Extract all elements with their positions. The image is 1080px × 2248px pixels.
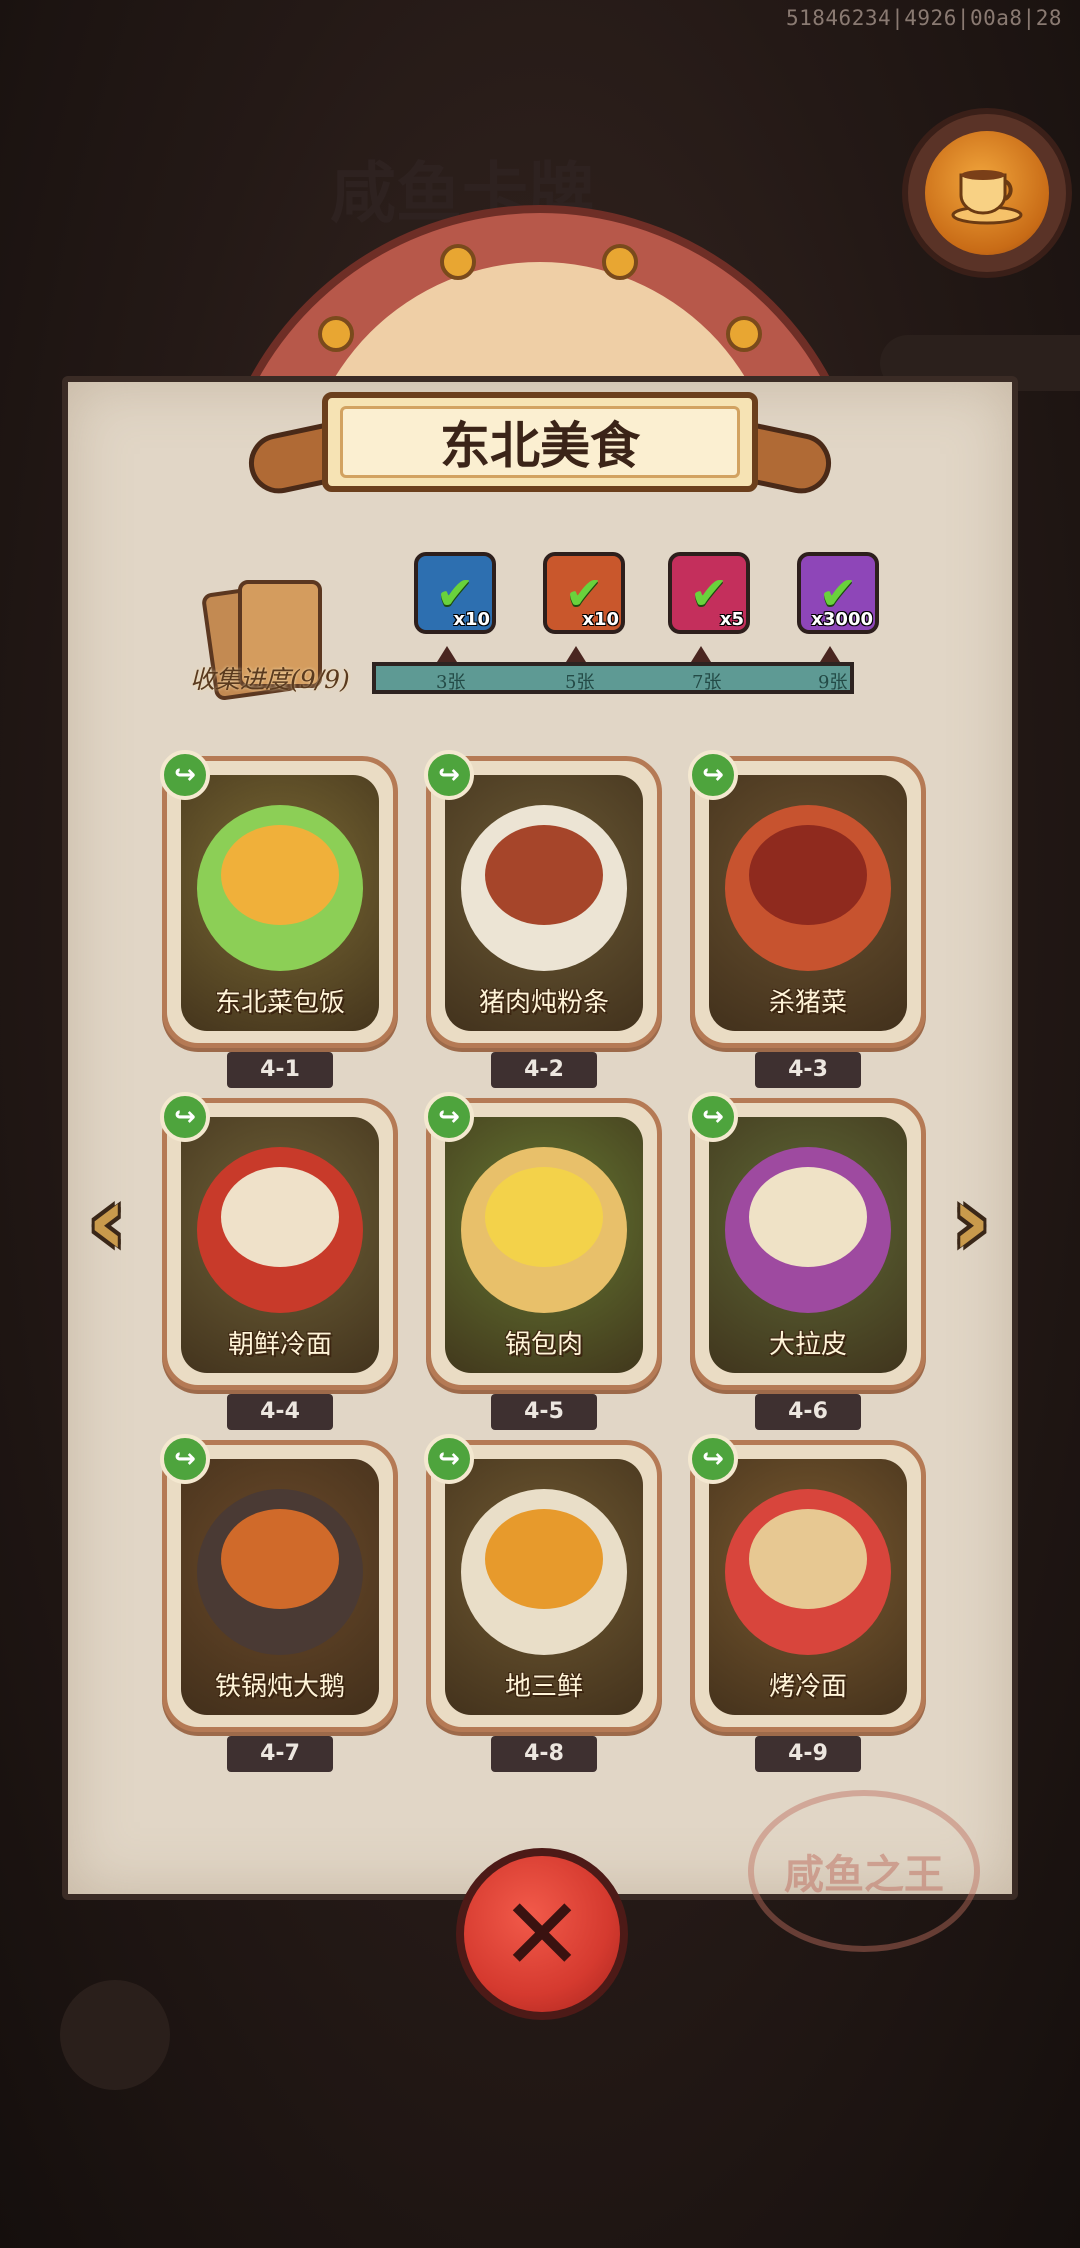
page-title: 东北美食	[340, 406, 740, 478]
dish-topping	[485, 825, 603, 925]
food-card[interactable]: 铁锅炖大鹅	[162, 1440, 398, 1732]
dish-topping	[485, 1167, 603, 1267]
share-button[interactable]: ↪	[424, 750, 474, 800]
dish-topping	[221, 825, 339, 925]
food-card[interactable]: 猪肉炖粉条	[426, 756, 662, 1048]
reward-orb[interactable]: ✔ x5	[668, 552, 750, 634]
food-card-art: 朝鲜冷面	[181, 1117, 379, 1373]
reward-qty: x3000	[811, 609, 873, 630]
food-card-name: 锅包肉	[504, 1330, 583, 1360]
food-card[interactable]: 烤冷面	[690, 1440, 926, 1732]
card-id-tag: 4-4	[227, 1394, 333, 1430]
seal-stamp-text: 咸鱼之王	[784, 1851, 944, 1898]
title-banner: 东北美食	[322, 392, 758, 492]
threshold-label: 7张	[692, 672, 722, 693]
dish-topping	[221, 1167, 339, 1267]
food-card[interactable]: 东北菜包饭	[162, 756, 398, 1048]
food-card[interactable]: 锅包肉	[426, 1098, 662, 1390]
food-card-name: 朝鲜冷面	[227, 1330, 332, 1360]
plate-bump	[318, 316, 354, 352]
progress-marker	[820, 646, 840, 662]
collection-progress-label: 收集进度(9/9)	[190, 665, 350, 694]
close-button[interactable]: ✕	[456, 1848, 628, 2020]
reward-qty: x5	[719, 609, 744, 630]
food-card-art: 杀猪菜	[709, 775, 907, 1031]
back-button-shadow	[60, 1980, 170, 2090]
right-arrow-icon: ›	[951, 1165, 991, 1277]
seal-stamp: 咸鱼之王	[748, 1790, 980, 1952]
card-id-tag: 4-9	[755, 1736, 861, 1772]
dish-topping	[485, 1509, 603, 1609]
share-arrow-icon: ↪	[702, 1444, 724, 1474]
dish-topping	[749, 1509, 867, 1609]
prev-page-button[interactable]: ‹	[70, 1165, 144, 1277]
share-arrow-icon: ↪	[174, 760, 196, 790]
food-card-name: 地三鲜	[504, 1672, 583, 1702]
share-arrow-icon: ↪	[438, 1102, 460, 1132]
food-card-art: 东北菜包饭	[181, 775, 379, 1031]
food-card[interactable]: 地三鲜	[426, 1440, 662, 1732]
reward-chest[interactable]: ✔ x10	[414, 552, 496, 634]
food-card[interactable]: 大拉皮	[690, 1098, 926, 1390]
food-card-name: 东北菜包饭	[214, 988, 345, 1018]
share-button[interactable]: ↪	[424, 1434, 474, 1484]
card-id-tag: 4-5	[491, 1394, 597, 1430]
threshold-label: 5张	[565, 672, 595, 693]
progress-marker	[437, 646, 457, 662]
plate-bump	[602, 244, 638, 280]
food-card[interactable]: 杀猪菜	[690, 756, 926, 1048]
coffee-cup-icon	[925, 131, 1049, 255]
share-arrow-icon: ↪	[174, 1102, 196, 1132]
share-button[interactable]: ↪	[160, 1092, 210, 1142]
card-id-tag: 4-8	[491, 1736, 597, 1772]
card-id-tag: 4-6	[755, 1394, 861, 1430]
food-card-art: 铁锅炖大鹅	[181, 1459, 379, 1715]
share-button[interactable]: ↪	[688, 1092, 738, 1142]
progress-marker	[566, 646, 586, 662]
food-card-art: 锅包肉	[445, 1117, 643, 1373]
food-card-name: 铁锅炖大鹅	[214, 1672, 345, 1702]
food-card-name: 杀猪菜	[768, 988, 847, 1018]
share-arrow-icon: ↪	[702, 760, 724, 790]
card-id-tag: 4-1	[227, 1052, 333, 1088]
plate-bump	[726, 316, 762, 352]
threshold-label: 3张	[436, 672, 466, 693]
share-button[interactable]: ↪	[160, 1434, 210, 1484]
food-card[interactable]: 朝鲜冷面	[162, 1098, 398, 1390]
food-card-name: 猪肉炖粉条	[478, 988, 609, 1018]
coffee-button[interactable]	[902, 108, 1072, 278]
share-button[interactable]: ↪	[160, 750, 210, 800]
food-card-art: 大拉皮	[709, 1117, 907, 1373]
share-arrow-icon: ↪	[438, 1444, 460, 1474]
share-arrow-icon: ↪	[702, 1102, 724, 1132]
share-button[interactable]: ↪	[688, 750, 738, 800]
reward-qty: x10	[582, 609, 619, 630]
food-card-art: 烤冷面	[709, 1459, 907, 1715]
card-id-tag: 4-7	[227, 1736, 333, 1772]
plate-bump	[440, 244, 476, 280]
share-button[interactable]: ↪	[424, 1092, 474, 1142]
reward-key[interactable]: ✔ x10	[543, 552, 625, 634]
dish-topping	[221, 1509, 339, 1609]
card-id-tag: 4-2	[491, 1052, 597, 1088]
food-card-art: 地三鲜	[445, 1459, 643, 1715]
share-arrow-icon: ↪	[438, 760, 460, 790]
reward-gem[interactable]: ✔ x3000	[797, 552, 879, 634]
food-card-art: 猪肉炖粉条	[445, 775, 643, 1031]
share-button[interactable]: ↪	[688, 1434, 738, 1484]
food-card-name: 大拉皮	[768, 1330, 847, 1360]
close-icon: ✕	[464, 1856, 620, 2012]
dish-topping	[749, 825, 867, 925]
food-card-name: 烤冷面	[768, 1672, 847, 1702]
left-arrow-icon: ‹	[87, 1165, 127, 1277]
next-page-button[interactable]: ›	[934, 1165, 1008, 1277]
reward-qty: x10	[453, 609, 490, 630]
progress-marker	[691, 646, 711, 662]
threshold-label: 9张	[818, 672, 848, 693]
dish-topping	[749, 1167, 867, 1267]
debug-id-text: 51846234|4926|00a8|28	[785, 6, 1062, 30]
share-arrow-icon: ↪	[174, 1444, 196, 1474]
card-id-tag: 4-3	[755, 1052, 861, 1088]
